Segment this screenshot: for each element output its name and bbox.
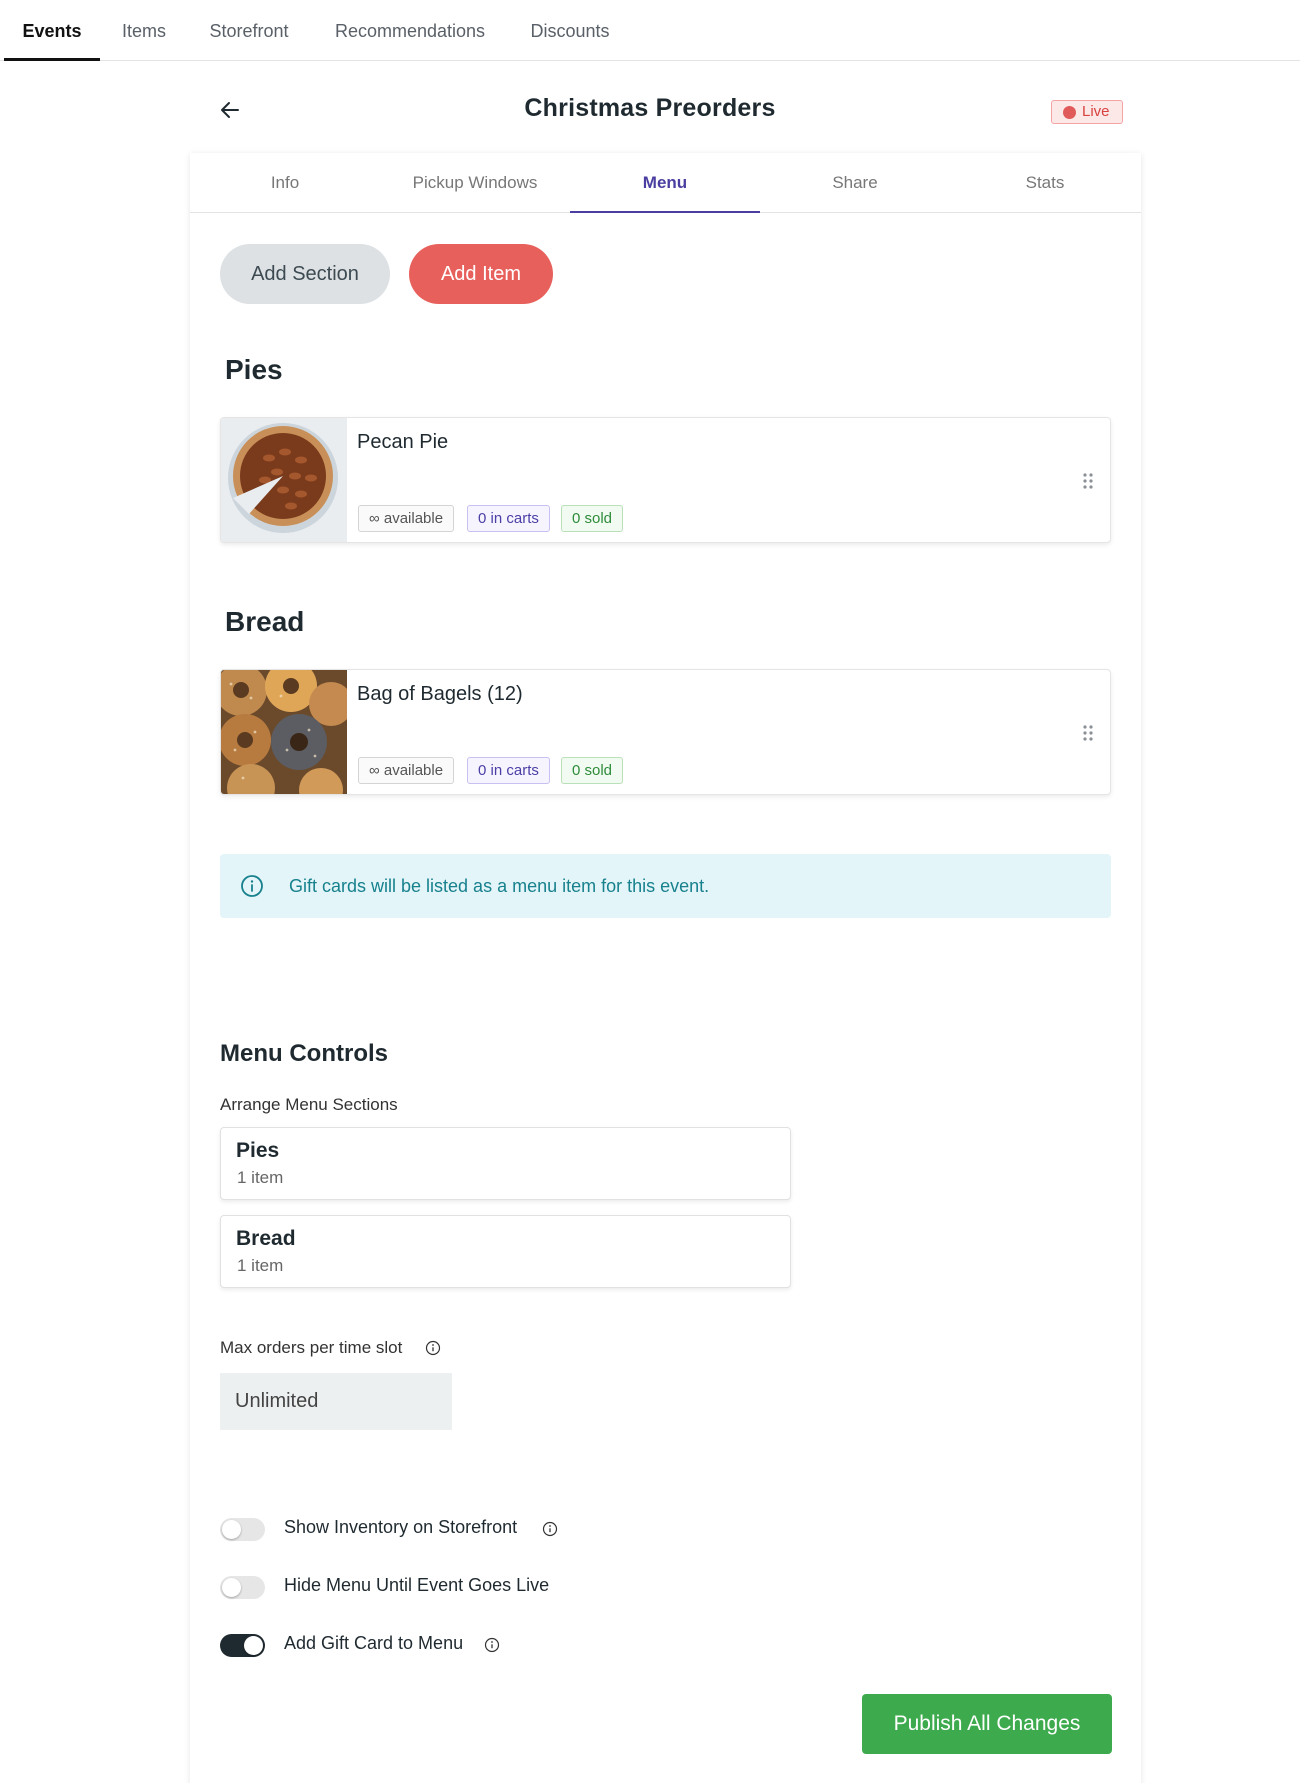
available-badge: ∞ available (358, 505, 455, 532)
tab-pickup-windows[interactable]: Pickup Windows (380, 153, 570, 213)
gift-card-notice: Gift cards will be listed as a menu item… (220, 854, 1111, 918)
drag-handle-icon[interactable] (1082, 724, 1094, 742)
menu-item-row[interactable]: Bag of Bagels (12) ∞ available 0 in cart… (220, 669, 1111, 795)
add-item-button[interactable]: Add Item (409, 244, 553, 304)
bagels-image (221, 670, 347, 794)
add-section-button[interactable]: Add Section (220, 244, 390, 304)
event-subtabs: Info Pickup Windows Menu Share Stats (190, 153, 1141, 213)
arrange-section-count: 1 item (237, 1256, 284, 1275)
tab-discounts[interactable]: Discounts (518, 0, 622, 61)
sold-badge: 0 sold (561, 505, 624, 532)
section-heading-pies: Pies (225, 354, 283, 385)
menu-item-row[interactable]: Pecan Pie ∞ available 0 in carts 0 sold (220, 417, 1111, 543)
arrange-section-pies[interactable]: Pies 1 item (220, 1127, 791, 1200)
arrange-section-bread[interactable]: Bread 1 item (220, 1215, 791, 1288)
tab-info[interactable]: Info (190, 153, 380, 213)
show-inventory-toggle[interactable] (220, 1518, 265, 1541)
menu-card: Info Pickup Windows Menu Share Stats Add… (190, 153, 1141, 1783)
drag-handle-icon[interactable] (1082, 472, 1094, 490)
tab-events[interactable]: Events (4, 0, 100, 61)
add-gift-card-toggle[interactable] (220, 1634, 265, 1657)
sold-badge: 0 sold (561, 757, 624, 784)
tab-recommendations[interactable]: Recommendations (320, 0, 500, 61)
available-badge: ∞ available (358, 757, 455, 784)
info-icon[interactable] (484, 1637, 500, 1653)
hide-menu-toggle[interactable] (220, 1576, 265, 1599)
item-name: Bag of Bagels (12) (357, 683, 523, 705)
tab-items[interactable]: Items (104, 0, 184, 61)
info-icon (241, 875, 263, 897)
live-dot-icon (1063, 106, 1076, 119)
menu-controls-title: Menu Controls (220, 1040, 388, 1067)
section-heading-bread: Bread (225, 606, 305, 637)
top-navigation: Events Items Storefront Recommendations … (0, 0, 1300, 61)
add-gift-card-label: Add Gift Card to Menu (284, 1633, 464, 1653)
max-orders-input[interactable] (220, 1373, 452, 1430)
tab-stats[interactable]: Stats (950, 153, 1140, 213)
in-carts-badge: 0 in carts (467, 505, 550, 532)
info-icon[interactable] (425, 1340, 441, 1356)
publish-all-changes-button[interactable]: Publish All Changes (862, 1694, 1112, 1754)
tab-menu[interactable]: Menu (570, 153, 760, 213)
info-icon[interactable] (542, 1521, 558, 1537)
arrange-section-count: 1 item (237, 1168, 284, 1187)
status-badge-label: Live (1082, 103, 1110, 120)
arrange-section-name: Bread (236, 1227, 296, 1250)
show-inventory-label: Show Inventory on Storefront (284, 1517, 518, 1537)
item-name: Pecan Pie (357, 431, 449, 453)
tab-share[interactable]: Share (760, 153, 950, 213)
gift-card-notice-text: Gift cards will be listed as a menu item… (289, 876, 710, 896)
arrange-sections-label: Arrange Menu Sections (220, 1095, 398, 1114)
status-badge: Live (1051, 100, 1123, 124)
pecan-pie-image (221, 418, 347, 542)
arrange-section-name: Pies (236, 1139, 280, 1162)
max-orders-label: Max orders per time slot (220, 1338, 403, 1357)
tab-storefront[interactable]: Storefront (196, 0, 302, 61)
in-carts-badge: 0 in carts (467, 757, 550, 784)
hide-menu-label: Hide Menu Until Event Goes Live (284, 1575, 550, 1595)
